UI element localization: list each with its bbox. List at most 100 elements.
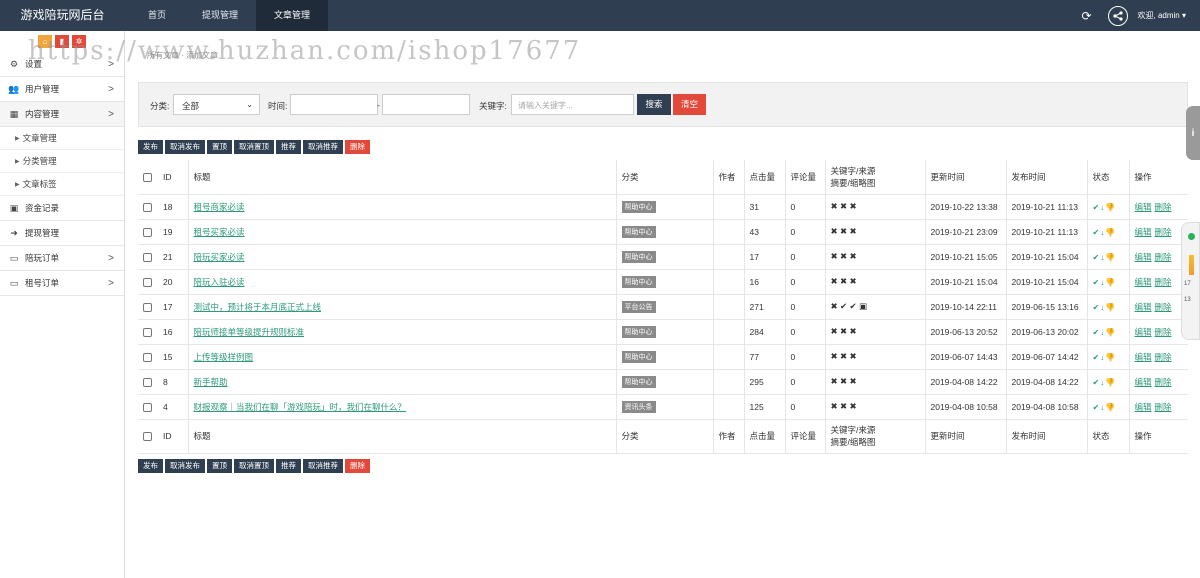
- app-title[interactable]: 游戏陪玩网后台: [0, 0, 125, 31]
- recommend-button[interactable]: 推荐: [276, 140, 301, 154]
- unrecommend-button[interactable]: 取消推荐: [303, 140, 343, 154]
- nav-withdraw[interactable]: 提现管理: [184, 0, 256, 31]
- col-author[interactable]: 作者: [712, 160, 744, 195]
- nav-home[interactable]: 首页: [130, 0, 184, 31]
- publish-button[interactable]: 发布: [138, 140, 163, 154]
- publish-button[interactable]: 发布: [138, 459, 163, 473]
- delete-link[interactable]: 删除: [1155, 202, 1172, 212]
- refresh-icon[interactable]: ⟳: [1081, 9, 1091, 23]
- delete-button[interactable]: 删除: [345, 140, 370, 154]
- select-all-checkbox[interactable]: [143, 172, 152, 182]
- nav-articles[interactable]: 文章管理: [256, 0, 329, 31]
- col-title[interactable]: 标题: [187, 160, 616, 195]
- col-title[interactable]: 标题: [187, 419, 616, 454]
- edit-link[interactable]: 编辑: [1135, 377, 1152, 387]
- edit-link[interactable]: 编辑: [1135, 252, 1152, 262]
- col-clicks[interactable]: 点击量: [743, 419, 785, 454]
- edit-link[interactable]: 编辑: [1135, 302, 1152, 312]
- row-checkbox[interactable]: [143, 227, 152, 237]
- sidebar-item-users[interactable]: 👥 用户管理 >: [0, 77, 124, 102]
- delete-link[interactable]: 删除: [1155, 352, 1172, 362]
- article-title-link[interactable]: 陪玩买家必读: [194, 252, 245, 262]
- col-category[interactable]: 分类: [615, 160, 713, 195]
- unpublish-button[interactable]: 取消发布: [165, 140, 205, 154]
- start-time-input[interactable]: [290, 94, 378, 115]
- sidebar-subitem-tags[interactable]: ▶ 文章标签: [0, 173, 124, 196]
- pin-button[interactable]: 置顶: [207, 140, 232, 154]
- status-icons[interactable]: ✔↓👎: [1093, 253, 1117, 262]
- col-category[interactable]: 分类: [615, 419, 713, 454]
- delete-link[interactable]: 删除: [1155, 227, 1172, 237]
- col-clicks[interactable]: 点击量: [743, 160, 785, 195]
- sidebar-subitem-categories[interactable]: ▶ 分类管理: [0, 150, 124, 173]
- unpin-button[interactable]: 取消置顶: [234, 140, 274, 154]
- search-button[interactable]: 搜索: [637, 94, 671, 115]
- delete-link[interactable]: 删除: [1155, 327, 1172, 337]
- category-select[interactable]: 全部 ⌄: [173, 94, 260, 115]
- delete-link[interactable]: 删除: [1155, 302, 1172, 312]
- article-title-link[interactable]: 新手帮助: [194, 377, 228, 387]
- avatar[interactable]: [1107, 5, 1128, 26]
- edit-link[interactable]: 编辑: [1135, 277, 1152, 287]
- row-checkbox[interactable]: [143, 252, 152, 262]
- col-published[interactable]: 发布时间: [1005, 160, 1087, 195]
- unrecommend-button[interactable]: 取消推荐: [303, 459, 343, 473]
- edit-link[interactable]: 编辑: [1135, 227, 1152, 237]
- article-title-link[interactable]: 财报观察｜当我们在聊「游戏陪玩」时，我们在聊什么？: [194, 402, 407, 412]
- sidebar-item-rental-orders[interactable]: ▭ 租号订单 >: [0, 271, 124, 296]
- sidebar-item-funds[interactable]: ▣ 资金记录: [0, 196, 124, 221]
- status-icons[interactable]: ✔↓👎: [1093, 353, 1117, 362]
- recommend-button[interactable]: 推荐: [276, 459, 301, 473]
- row-checkbox[interactable]: [143, 352, 152, 362]
- row-checkbox[interactable]: [143, 377, 152, 387]
- status-icons[interactable]: ✔↓👎: [1093, 403, 1117, 412]
- sidebar-subitem-articles[interactable]: ▶ 文章管理: [0, 127, 124, 150]
- unpublish-button[interactable]: 取消发布: [165, 459, 205, 473]
- keyword-input[interactable]: 请输入关键字...: [511, 94, 634, 115]
- row-checkbox[interactable]: [143, 302, 152, 312]
- status-icons[interactable]: ✔↓👎: [1093, 303, 1117, 312]
- sidebar-item-withdraw[interactable]: ➜ 提现管理: [0, 221, 124, 246]
- delete-link[interactable]: 删除: [1155, 252, 1172, 262]
- status-icons[interactable]: ✔↓👎: [1093, 228, 1117, 237]
- article-title-link[interactable]: 租号商家必读: [194, 202, 245, 212]
- sidebar-item-content[interactable]: ▦ 内容管理 >: [0, 102, 124, 127]
- select-all-checkbox[interactable]: [143, 432, 152, 442]
- col-updated[interactable]: 更新时间: [924, 419, 1006, 454]
- edit-link[interactable]: 编辑: [1135, 202, 1152, 212]
- unpin-button[interactable]: 取消置顶: [234, 459, 274, 473]
- floating-speed-panel[interactable]: 17 13: [1181, 222, 1200, 340]
- delete-link[interactable]: 删除: [1155, 277, 1172, 287]
- edit-link[interactable]: 编辑: [1135, 352, 1152, 362]
- status-icons[interactable]: ✔↓👎: [1093, 328, 1117, 337]
- row-checkbox[interactable]: [143, 277, 152, 287]
- col-comments[interactable]: 评论量: [784, 160, 825, 195]
- col-id[interactable]: ID: [158, 160, 188, 195]
- article-title-link[interactable]: 陪玩师接单等级提升规则标准: [194, 327, 305, 337]
- col-author[interactable]: 作者: [712, 419, 744, 454]
- row-checkbox[interactable]: [143, 202, 152, 212]
- delete-link[interactable]: 删除: [1155, 377, 1172, 387]
- end-time-input[interactable]: [382, 94, 470, 115]
- pin-button[interactable]: 置顶: [207, 459, 232, 473]
- edit-link[interactable]: 编辑: [1135, 402, 1152, 412]
- article-title-link[interactable]: 陪玩入驻必读: [194, 277, 245, 287]
- delete-button[interactable]: 删除: [345, 459, 370, 473]
- article-title-link[interactable]: 租号买家必读: [194, 227, 245, 237]
- welcome-user-menu[interactable]: 欢迎, admin ▾: [1138, 10, 1186, 21]
- clear-button[interactable]: 清空: [673, 94, 706, 115]
- article-title-link[interactable]: 测试中，预计将于本月底正式上线: [194, 302, 322, 312]
- status-icons[interactable]: ✔↓👎: [1093, 278, 1117, 287]
- article-title-link[interactable]: 上传等级样例图: [194, 352, 254, 362]
- delete-link[interactable]: 删除: [1155, 402, 1172, 412]
- sidebar-item-companion-orders[interactable]: ▭ 陪玩订单 >: [0, 246, 124, 271]
- status-icons[interactable]: ✔↓👎: [1093, 203, 1117, 212]
- row-checkbox[interactable]: [143, 327, 152, 337]
- edit-link[interactable]: 编辑: [1135, 327, 1152, 337]
- status-icons[interactable]: ✔↓👎: [1093, 378, 1117, 387]
- col-comments[interactable]: 评论量: [784, 419, 825, 454]
- col-id[interactable]: ID: [158, 419, 188, 454]
- row-checkbox[interactable]: [143, 402, 152, 412]
- info-icon[interactable]: i: [1186, 106, 1200, 160]
- col-updated[interactable]: 更新时间: [924, 160, 1006, 195]
